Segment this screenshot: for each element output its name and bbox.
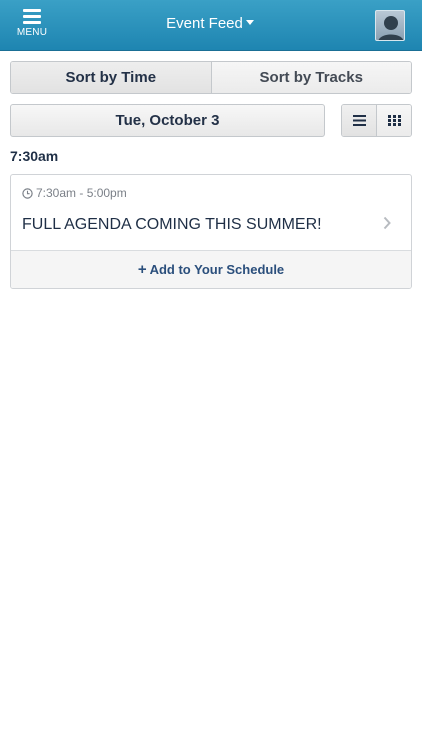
list-view-button[interactable] — [342, 105, 376, 136]
event-card: 7:30am - 5:00pm FULL AGENDA COMING THIS … — [10, 174, 412, 289]
clock-icon — [22, 187, 33, 199]
grid-view-icon — [387, 115, 401, 126]
sort-by-time-tab[interactable]: Sort by Time — [11, 62, 211, 93]
chevron-right-icon — [383, 216, 391, 230]
event-title: FULL AGENDA COMING THIS SUMMER! — [22, 216, 322, 233]
page-title: Event Feed — [166, 15, 243, 32]
event-details-link[interactable]: 7:30am - 5:00pm FULL AGENDA COMING THIS … — [11, 175, 411, 250]
menu-label: MENU — [16, 27, 48, 38]
add-to-schedule-label: Add to Your Schedule — [149, 262, 285, 277]
top-bar: MENU Event Feed — [0, 0, 422, 51]
sort-segmented-control: Sort by Time Sort by Tracks — [10, 61, 412, 94]
list-view-icon — [352, 115, 366, 126]
user-avatar-icon — [378, 16, 404, 40]
add-to-schedule-button[interactable]: + Add to Your Schedule — [11, 250, 411, 288]
event-time-text: 7:30am - 5:00pm — [36, 186, 127, 200]
hamburger-icon — [23, 9, 41, 24]
event-feed-dropdown[interactable]: Event Feed — [140, 15, 280, 32]
sort-by-tracks-tab[interactable]: Sort by Tracks — [210, 62, 411, 93]
caret-down-icon — [245, 20, 254, 26]
plus-icon: + — [137, 261, 147, 278]
time-slot-heading: 7:30am — [10, 148, 59, 164]
event-time-range: 7:30am - 5:00pm — [22, 186, 127, 200]
grid-view-button[interactable] — [376, 105, 411, 136]
date-selector-button[interactable]: Tue, October 3 — [10, 104, 325, 137]
user-avatar[interactable] — [375, 10, 405, 41]
menu-button[interactable]: MENU — [10, 4, 54, 46]
view-toggle — [341, 104, 412, 137]
